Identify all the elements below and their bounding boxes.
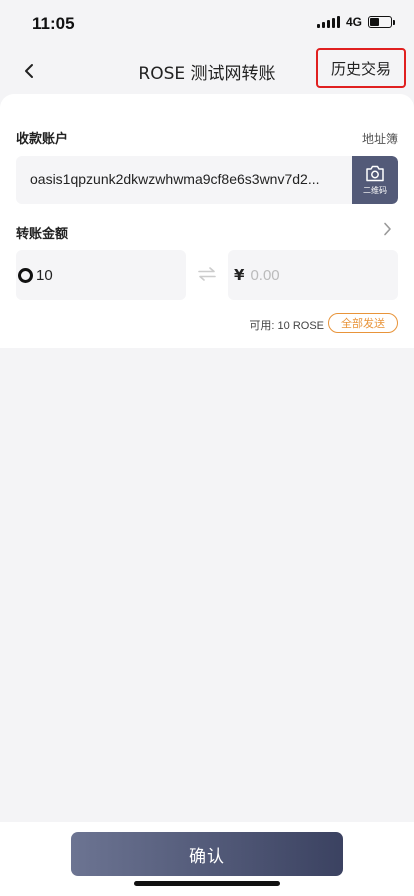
- fiat-amount-placeholder[interactable]: 0.00: [250, 267, 279, 284]
- camera-icon: [366, 165, 384, 181]
- scan-qr-button[interactable]: 二维码: [352, 156, 398, 204]
- bottom-bar: 确认: [0, 822, 414, 896]
- token-amount-input[interactable]: 10: [16, 250, 186, 300]
- fiat-amount-input[interactable]: ¥ 0.00: [228, 250, 398, 300]
- recipient-address-field[interactable]: oasis1qpzunk2dkwzwhwma9cf8e6s3wnv7d2... …: [16, 156, 398, 204]
- recipient-label: 收款账户: [16, 132, 69, 147]
- available-balance: 可用: 10 ROSE: [249, 320, 324, 332]
- battery-icon: [368, 16, 395, 28]
- signal-icon: [316, 16, 340, 28]
- address-book-link[interactable]: 地址簿: [362, 130, 398, 147]
- battery-level: [370, 18, 379, 26]
- chevron-right-icon: [383, 222, 391, 236]
- token-amount-value[interactable]: 10: [36, 267, 53, 284]
- rose-token-icon: [18, 267, 33, 283]
- send-all-button[interactable]: 全部发送: [328, 313, 398, 333]
- swap-icon[interactable]: [197, 264, 217, 284]
- status-indicators: 4G: [316, 15, 395, 29]
- network-type: 4G: [345, 15, 362, 29]
- history-transactions-button[interactable]: 历史交易: [316, 48, 406, 88]
- status-time: 11:05: [32, 14, 75, 33]
- home-indicator: [134, 881, 280, 886]
- nav-bar: ROSE 测试网转账 历史交易: [0, 48, 414, 92]
- swap-arrows-icon: [198, 267, 216, 281]
- recipient-address-value[interactable]: oasis1qpzunk2dkwzwhwma9cf8e6s3wnv7d2...: [30, 171, 340, 187]
- qr-label: 二维码: [363, 185, 387, 195]
- transfer-card: 收款账户 地址簿 oasis1qpzunk2dkwzwhwma9cf8e6s3w…: [0, 94, 414, 348]
- amount-label: 转账金额: [16, 227, 69, 242]
- confirm-button[interactable]: 确认: [71, 832, 343, 876]
- status-bar: 11:05 4G: [0, 0, 414, 48]
- amount-detail-button[interactable]: [380, 222, 394, 236]
- currency-symbol: ¥: [234, 266, 245, 284]
